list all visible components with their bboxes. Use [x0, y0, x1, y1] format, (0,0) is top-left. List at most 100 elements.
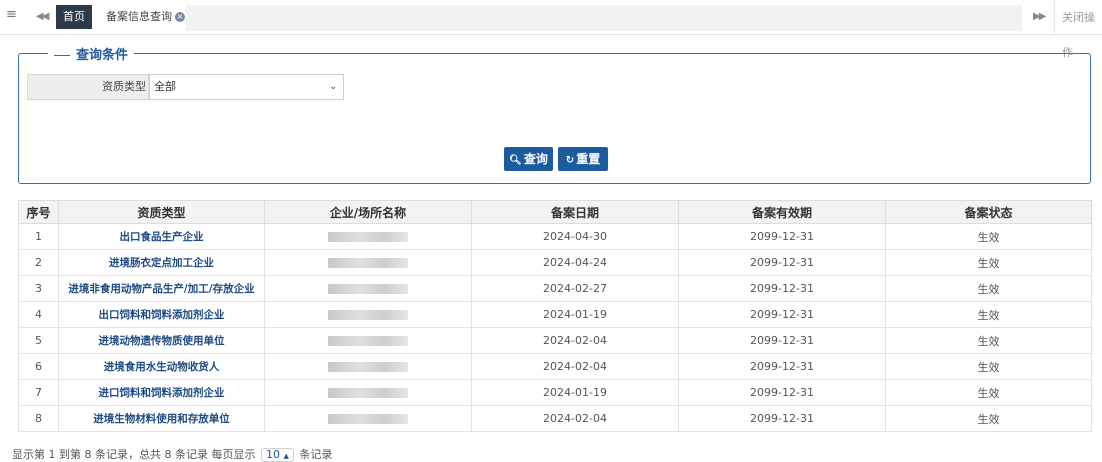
cell-qualification-type[interactable]: 进境非食用动物产品生产/加工/存放企业 [58, 275, 265, 302]
cell-filing-date: 2024-02-27 [471, 275, 679, 302]
page-size-select[interactable]: 10 ▲ [260, 448, 294, 462]
table-row[interactable]: 8 进境生物材料使用和存放单位 2024-02-04 2099-12-31 生效 [18, 405, 1092, 432]
cell-index: 4 [18, 301, 59, 328]
redacted-name [328, 414, 408, 424]
tab-filing-query-label: 备案信息查询 [106, 10, 172, 23]
cell-company-name [264, 249, 472, 276]
cell-qualification-type[interactable]: 进境肠衣定点加工企业 [58, 249, 265, 276]
cell-valid-until: 2099-12-31 [678, 223, 886, 250]
cell-qualification-type[interactable]: 进境动物遗传物质使用单位 [58, 327, 265, 354]
table-row[interactable]: 2 进境肠衣定点加工企业 2024-04-24 2099-12-31 生效 [18, 249, 1092, 276]
caret-up-icon: ▲ [283, 452, 289, 460]
search-button[interactable]: 🔍︎ 查询 [504, 147, 553, 171]
query-legend: 查询条件 [48, 44, 135, 63]
cell-company-name [264, 379, 472, 406]
redacted-name [328, 362, 408, 372]
reset-button[interactable]: ↻ 重置 [558, 147, 608, 171]
table-row[interactable]: 1 出口食品生产企业 2024-04-30 2099-12-31 生效 [18, 223, 1092, 250]
qualification-type-value: 全部 [154, 80, 176, 93]
table-row[interactable]: 6 进境食用水生动物收货人 2024-02-04 2099-12-31 生效 [18, 353, 1092, 380]
header-index[interactable]: 序号 [18, 200, 59, 224]
cell-status: 生效 [885, 353, 1092, 380]
query-legend-text: 查询条件 [76, 48, 129, 63]
cell-index: 7 [18, 379, 59, 406]
table-row[interactable]: 5 进境动物遗传物质使用单位 2024-02-04 2099-12-31 生效 [18, 327, 1092, 354]
table-row[interactable]: 7 进口饲料和饲料添加剂企业 2024-01-19 2099-12-31 生效 [18, 379, 1092, 406]
pagination-suffix: 条记录 [299, 448, 333, 461]
double-chevron-right-icon[interactable]: ▶▶ [1033, 11, 1046, 22]
cell-valid-until: 2099-12-31 [678, 301, 886, 328]
tab-bar: ≡ ◀◀ 首页 备案信息查询 × ▶▶ 关闭操作 [0, 0, 1102, 59]
qualification-type-label: 资质类型 [27, 74, 149, 100]
redacted-name [328, 232, 408, 242]
cell-qualification-type[interactable]: 出口饲料和饲料添加剂企业 [58, 301, 265, 328]
cell-status: 生效 [885, 301, 1092, 328]
table-header-row: 序号 资质类型 企业/场所名称 备案日期 备案有效期 备案状态 [18, 200, 1092, 224]
header-qualification-type[interactable]: 资质类型 [58, 200, 265, 224]
cell-filing-date: 2024-04-24 [471, 249, 679, 276]
cell-status: 生效 [885, 327, 1092, 354]
close-circle-icon[interactable]: × [175, 12, 185, 22]
cell-qualification-type[interactable]: 进境生物材料使用和存放单位 [58, 405, 265, 432]
cell-index: 1 [18, 223, 59, 250]
cell-valid-until: 2099-12-31 [678, 405, 886, 432]
cell-filing-date: 2024-02-04 [471, 353, 679, 380]
cell-index: 2 [18, 249, 59, 276]
tab-home[interactable]: 首页 [56, 5, 92, 29]
header-filing-date[interactable]: 备案日期 [471, 200, 679, 224]
cell-valid-until: 2099-12-31 [678, 249, 886, 276]
cell-valid-until: 2099-12-31 [678, 275, 886, 302]
cell-filing-date: 2024-04-30 [471, 223, 679, 250]
cell-index: 3 [18, 275, 59, 302]
qualification-type-select[interactable]: 全部 ⌄ [149, 74, 344, 100]
tab-filing-query[interactable]: 备案信息查询 × [98, 5, 185, 29]
cell-company-name [264, 327, 472, 354]
refresh-icon: ↻ [565, 155, 575, 166]
cell-valid-until: 2099-12-31 [678, 379, 886, 406]
header-status[interactable]: 备案状态 [885, 200, 1092, 224]
reset-button-label: 重置 [576, 152, 601, 166]
legend-divider [54, 55, 70, 56]
cell-filing-date: 2024-02-04 [471, 405, 679, 432]
cell-company-name [264, 353, 472, 380]
pagination-summary: 显示第 1 到第 8 条记录，总共 8 条记录 每页显示 [12, 448, 256, 461]
cell-company-name [264, 301, 472, 328]
cell-valid-until: 2099-12-31 [678, 353, 886, 380]
close-ops-menu[interactable]: 关闭操作 [1054, 0, 1102, 59]
cell-company-name [264, 405, 472, 432]
cell-filing-date: 2024-01-19 [471, 301, 679, 328]
tab-strip [186, 5, 1022, 31]
redacted-name [328, 284, 408, 294]
pagination-info: 显示第 1 到第 8 条记录，总共 8 条记录 每页显示 10 ▲ 条记录 [12, 446, 332, 462]
table-row[interactable]: 3 进境非食用动物产品生产/加工/存放企业 2024-02-27 2099-12… [18, 275, 1092, 302]
cell-qualification-type[interactable]: 进境食用水生动物收货人 [58, 353, 265, 380]
redacted-name [328, 388, 408, 398]
table-row[interactable]: 4 出口饲料和饲料添加剂企业 2024-01-19 2099-12-31 生效 [18, 301, 1092, 328]
page-size-value: 10 [265, 448, 280, 461]
header-company-name[interactable]: 企业/场所名称 [264, 200, 472, 224]
query-panel [18, 53, 1091, 184]
cell-valid-until: 2099-12-31 [678, 327, 886, 354]
search-button-label: 查询 [523, 152, 548, 166]
cell-status: 生效 [885, 379, 1092, 406]
hamburger-icon[interactable]: ≡ [6, 8, 17, 21]
cell-status: 生效 [885, 223, 1092, 250]
cell-status: 生效 [885, 405, 1092, 432]
cell-index: 8 [18, 405, 59, 432]
cell-company-name [264, 275, 472, 302]
cell-filing-date: 2024-02-04 [471, 327, 679, 354]
header-valid-until[interactable]: 备案有效期 [678, 200, 886, 224]
redacted-name [328, 310, 408, 320]
results-table: 序号 资质类型 企业/场所名称 备案日期 备案有效期 备案状态 1 出口食品生产… [18, 200, 1092, 432]
cell-company-name [264, 223, 472, 250]
double-chevron-left-icon[interactable]: ◀◀ [36, 11, 49, 22]
redacted-name [328, 258, 408, 268]
chevron-down-icon: ⌄ [329, 82, 337, 92]
cell-index: 5 [18, 327, 59, 354]
redacted-name [328, 336, 408, 346]
cell-status: 生效 [885, 275, 1092, 302]
cell-qualification-type[interactable]: 出口食品生产企业 [58, 223, 265, 250]
cell-status: 生效 [885, 249, 1092, 276]
cell-index: 6 [18, 353, 59, 380]
cell-qualification-type[interactable]: 进口饲料和饲料添加剂企业 [58, 379, 265, 406]
